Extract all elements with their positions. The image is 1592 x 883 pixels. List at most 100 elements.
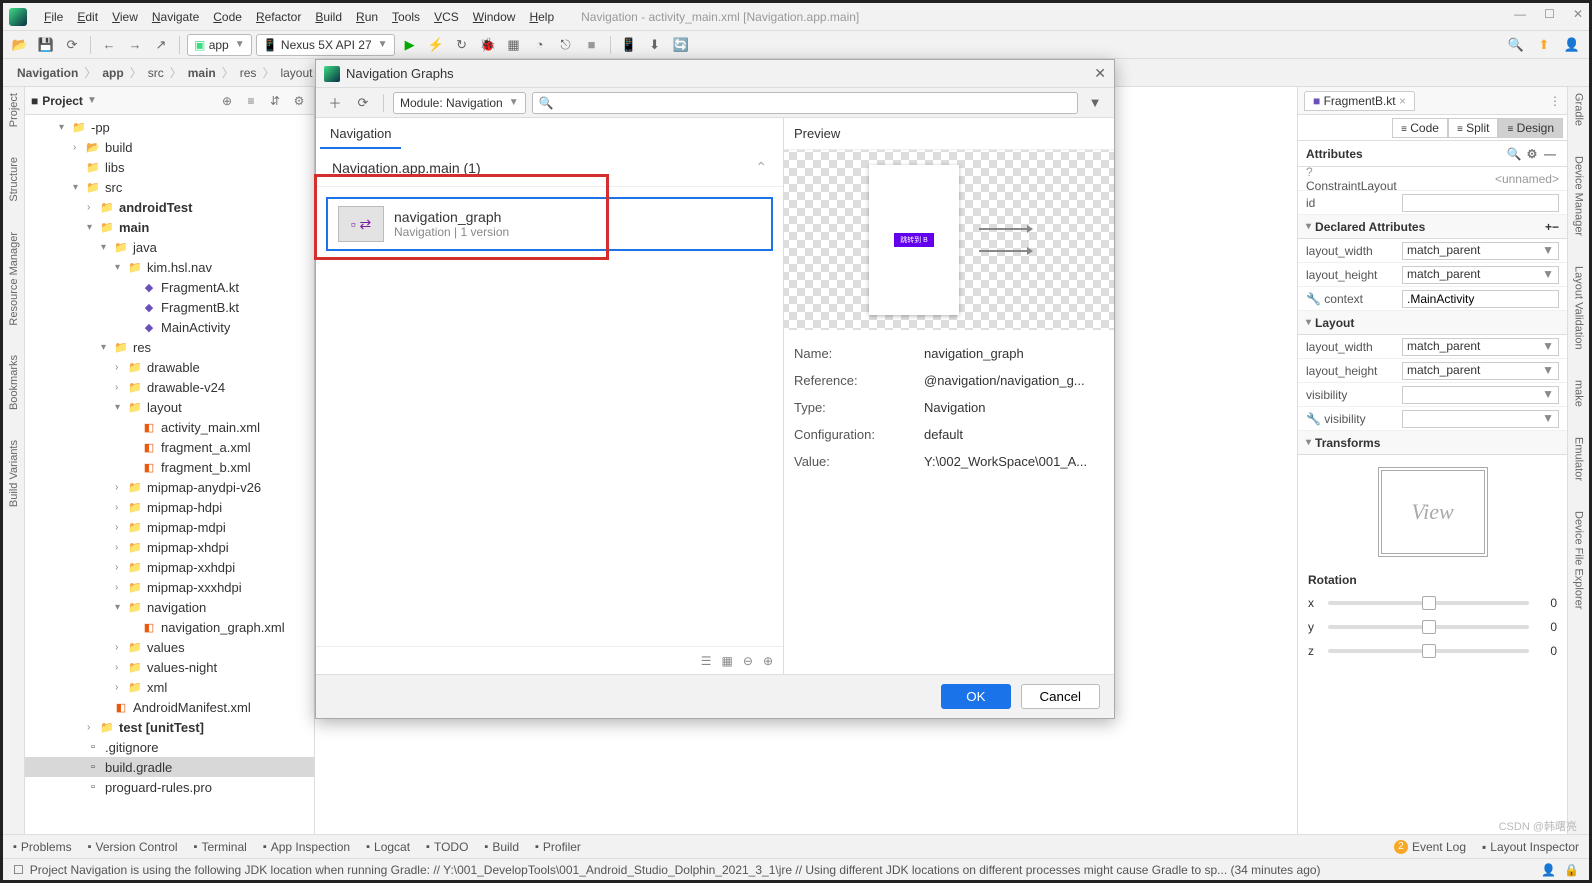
sync-gradle-icon[interactable]: 🔄 — [670, 34, 692, 56]
menu-window[interactable]: Window — [466, 10, 523, 24]
inspections-icon[interactable]: 👤 — [1541, 863, 1556, 877]
bottom-terminal[interactable]: ▪ Terminal — [194, 840, 247, 854]
expand-icon[interactable]: ≡ — [242, 94, 260, 108]
ok-button[interactable]: OK — [941, 684, 1010, 709]
tree-row[interactable]: ◧fragment_b.xml — [25, 457, 314, 477]
strip-project[interactable]: Project — [8, 93, 20, 127]
tab-menu-icon[interactable]: ⋮ — [1549, 94, 1561, 108]
sdk-icon[interactable]: ⬇ — [644, 34, 666, 56]
tree-row[interactable]: ▾📁-pp — [25, 117, 314, 137]
bottom-layout-inspector[interactable]: ▪ Layout Inspector — [1482, 840, 1579, 854]
add-attr-icon[interactable]: + — [1545, 220, 1552, 234]
module-combo[interactable]: Module: Navigation▼ — [393, 92, 526, 114]
strip-device-manager[interactable]: Device Manager — [1573, 156, 1585, 236]
viewmode-split[interactable]: ≡ Split — [1448, 118, 1499, 138]
open-icon[interactable]: 📂 — [9, 34, 31, 56]
debug-icon[interactable]: 🐞 — [477, 34, 499, 56]
menu-code[interactable]: Code — [206, 10, 249, 24]
rotation-x-slider[interactable]: x0 — [1298, 591, 1567, 615]
coverage-icon[interactable]: ▦ — [503, 34, 525, 56]
lock-icon[interactable]: 🔒 — [1564, 863, 1579, 877]
rerun-icon[interactable]: ↻ — [451, 34, 473, 56]
list-view-icon[interactable]: ☰ — [701, 654, 712, 668]
tree-row[interactable]: ▾📁layout — [25, 397, 314, 417]
menu-vcs[interactable]: VCS — [427, 10, 466, 24]
strip-gradle[interactable]: Gradle — [1573, 93, 1585, 126]
hide-icon[interactable]: — — [1541, 147, 1559, 161]
tree-row[interactable]: ›📁xml — [25, 677, 314, 697]
bottom-version-control[interactable]: ▪ Version Control — [88, 840, 178, 854]
tree-row[interactable]: ◆MainActivity — [25, 317, 314, 337]
close-icon[interactable]: ✕ — [1573, 7, 1583, 21]
grid-view-icon[interactable]: ▦ — [722, 654, 733, 668]
strip-emulator[interactable]: Emulator — [1573, 437, 1585, 481]
strip-structure[interactable]: Structure — [8, 157, 20, 202]
tree-row[interactable]: ▫.gitignore — [25, 737, 314, 757]
bottom-logcat[interactable]: ▪ Logcat — [366, 840, 410, 854]
editor-tab[interactable]: ■ FragmentB.kt × — [1304, 91, 1415, 111]
tree-row[interactable]: ›📂build — [25, 137, 314, 157]
maximize-icon[interactable]: ☐ — [1544, 7, 1555, 21]
tree-row[interactable]: ◧AndroidManifest.xml — [25, 697, 314, 717]
settings-icon[interactable]: ⚙ — [290, 94, 308, 108]
crumb[interactable]: Navigation — [17, 66, 78, 80]
up-icon[interactable]: ↗ — [150, 34, 172, 56]
menu-help[interactable]: Help — [522, 10, 561, 24]
stop-icon[interactable]: ■ — [581, 34, 603, 56]
project-tree[interactable]: ▾📁-pp›📂build📁libs▾📁src›📁androidTest▾📁mai… — [25, 115, 314, 834]
profile-icon[interactable]: ◔ — [529, 34, 551, 56]
strip-resource-manager[interactable]: Resource Manager — [8, 232, 20, 326]
project-view-combo[interactable]: ■ Project ▼ — [31, 94, 97, 108]
device-combo[interactable]: 📱 Nexus 5X API 27▼ — [256, 34, 395, 56]
tree-row[interactable]: ›📁mipmap-anydpi-v26 — [25, 477, 314, 497]
apply-changes-icon[interactable]: ⚡ — [425, 34, 447, 56]
strip-device-file-explorer[interactable]: Device File Explorer — [1573, 511, 1585, 609]
user-icon[interactable]: 👤 — [1561, 34, 1583, 56]
tree-row[interactable]: ◆FragmentB.kt — [25, 297, 314, 317]
bottom-problems[interactable]: ▪ Problems — [13, 840, 72, 854]
filter-icon[interactable]: ▼ — [1084, 92, 1106, 114]
minimize-icon[interactable]: — — [1514, 7, 1526, 21]
layout-width-select[interactable]: match_parent ▼ — [1402, 242, 1559, 260]
tree-row[interactable]: ◧navigation_graph.xml — [25, 617, 314, 637]
tree-row[interactable]: ›📁mipmap-xxhdpi — [25, 557, 314, 577]
crumb[interactable]: src — [148, 66, 164, 80]
tree-row[interactable]: ›📁values — [25, 637, 314, 657]
tree-row[interactable]: ▾📁kim.hsl.nav — [25, 257, 314, 277]
forward-icon[interactable]: → — [124, 34, 146, 56]
add-icon[interactable]: ＋ — [324, 92, 346, 114]
crumb[interactable]: res — [240, 66, 257, 80]
tree-row[interactable]: ›📁drawable — [25, 357, 314, 377]
remove-attr-icon[interactable]: − — [1552, 220, 1559, 234]
visibility-select[interactable]: ▼ — [1402, 386, 1559, 404]
tools-visibility-select[interactable]: ▼ — [1402, 410, 1559, 428]
tree-row[interactable]: ▫build.gradle — [25, 757, 314, 777]
menu-file[interactable]: File — [37, 10, 70, 24]
add-item-icon[interactable]: ⊕ — [763, 654, 773, 668]
module-section-header[interactable]: Navigation.app.main (1)⌃ — [316, 149, 783, 187]
strip-make[interactable]: make — [1573, 380, 1585, 407]
viewmode-code[interactable]: ≡ Code — [1392, 118, 1448, 138]
tree-row[interactable]: ▫proguard-rules.pro — [25, 777, 314, 797]
tree-row[interactable]: ›📁drawable-v24 — [25, 377, 314, 397]
context-input[interactable] — [1402, 290, 1559, 308]
crumb[interactable]: layout — [280, 66, 312, 80]
tree-row[interactable]: ▾📁navigation — [25, 597, 314, 617]
rotation-y-slider[interactable]: y0 — [1298, 615, 1567, 639]
layout-height-select2[interactable]: match_parent ▼ — [1402, 362, 1559, 380]
search-attr-icon[interactable]: 🔍 — [1505, 147, 1523, 161]
run-config-combo[interactable]: ▣ app▼ — [187, 34, 252, 56]
tree-row[interactable]: ›📁values-night — [25, 657, 314, 677]
tree-row[interactable]: ▾📁main — [25, 217, 314, 237]
tree-row[interactable]: ◧activity_main.xml — [25, 417, 314, 437]
crumb[interactable]: app — [102, 66, 123, 80]
layout-height-select[interactable]: match_parent ▼ — [1402, 266, 1559, 284]
tree-row[interactable]: ›📁mipmap-mdpi — [25, 517, 314, 537]
menu-build[interactable]: Build — [308, 10, 349, 24]
tree-row[interactable]: ›📁test [unitTest] — [25, 717, 314, 737]
tree-row[interactable]: ◆FragmentA.kt — [25, 277, 314, 297]
gear-icon[interactable]: ⚙ — [1523, 147, 1541, 161]
tree-row[interactable]: ▾📁java — [25, 237, 314, 257]
strip-layout-validation[interactable]: Layout Validation — [1573, 266, 1585, 350]
menu-navigate[interactable]: Navigate — [145, 10, 206, 24]
